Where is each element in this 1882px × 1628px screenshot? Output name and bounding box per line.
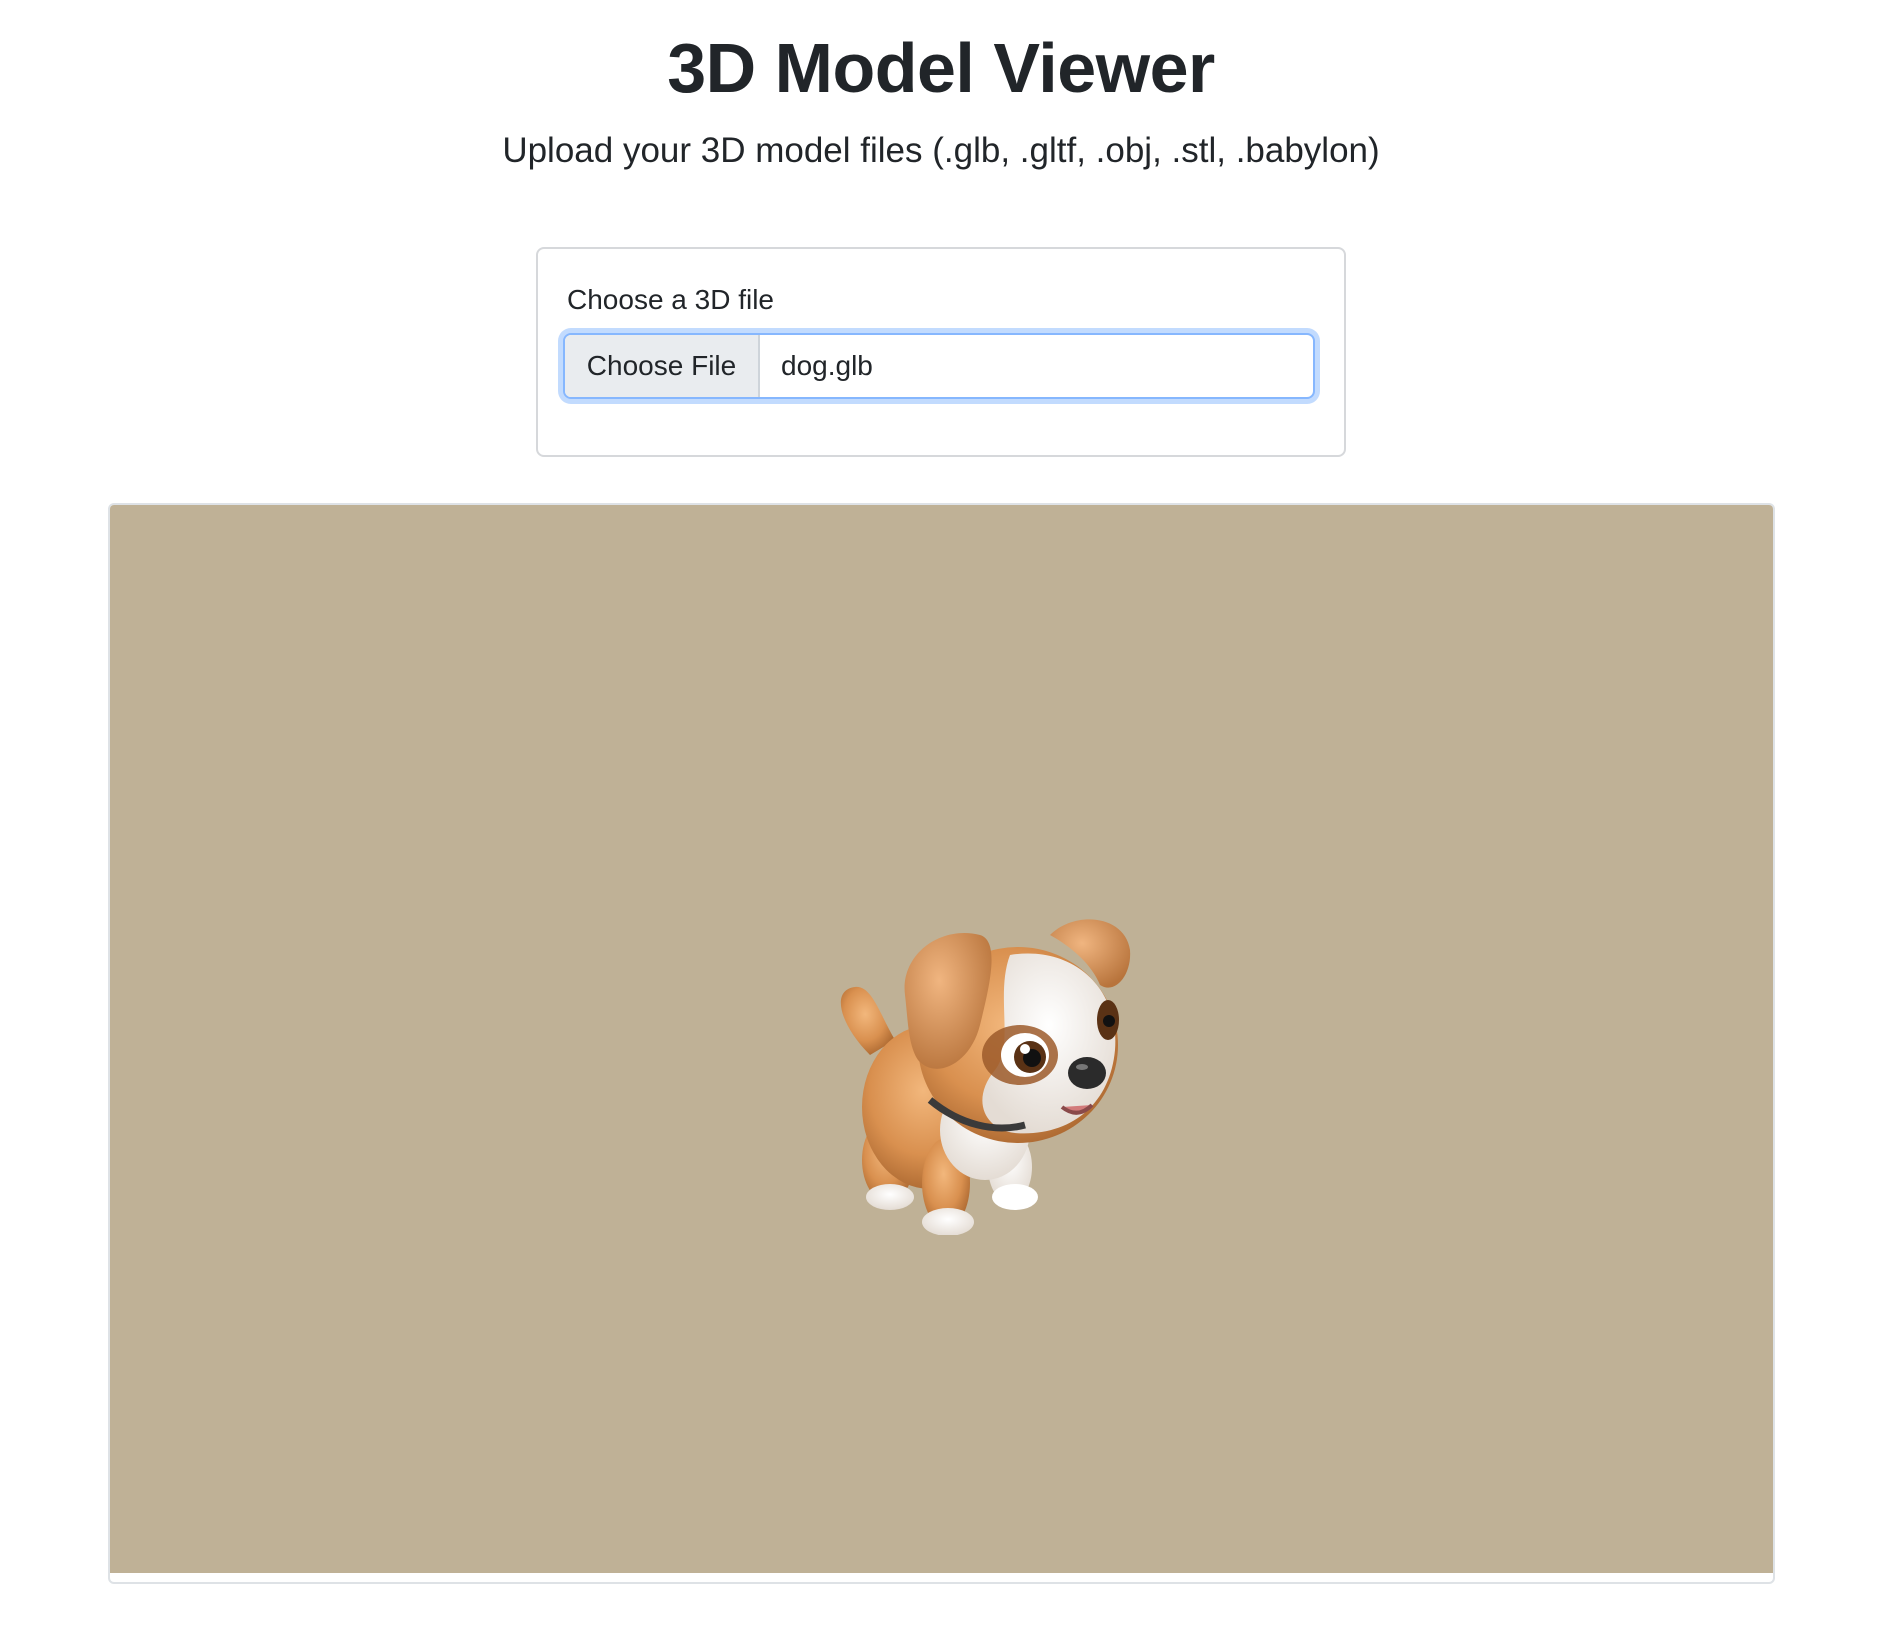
file-input-label: Choose a 3D file — [567, 284, 775, 315]
render-canvas[interactable] — [110, 505, 1773, 1573]
page-subtitle: Upload your 3D model files (.glb, .gltf,… — [502, 131, 1380, 170]
selected-file-name: dog.glb — [781, 350, 873, 381]
page-title: 3D Model Viewer — [667, 29, 1215, 107]
choose-file-button[interactable]: Choose File — [565, 335, 760, 397]
model-viewer — [108, 503, 1775, 1584]
upload-card: Choose a 3D file Choose File dog.glb — [536, 247, 1346, 457]
puppy-model-icon — [840, 919, 1131, 1235]
file-input[interactable]: Choose File dog.glb — [563, 333, 1315, 399]
page: 3D Model Viewer Upload your 3D model fil… — [0, 0, 1882, 1628]
